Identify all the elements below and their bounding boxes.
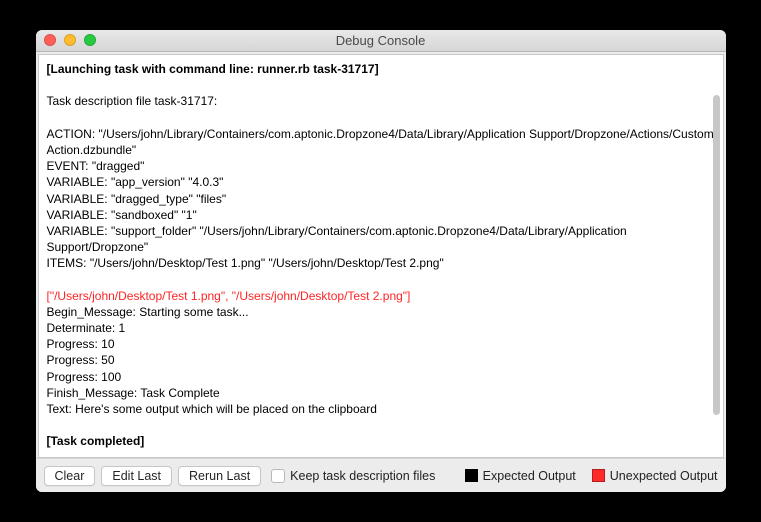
var-line: VARIABLE: "app_version" "4.0.3" <box>47 175 224 189</box>
console-output[interactable]: [Launching task with command line: runne… <box>38 54 724 458</box>
swatch-black-icon <box>465 469 478 482</box>
launch-line: [Launching task with command line: runne… <box>47 62 379 76</box>
var-line: VARIABLE: "support_folder" "/Users/john/… <box>47 224 631 254</box>
progress-line: Progress: 100 <box>47 370 122 384</box>
edit-last-button[interactable]: Edit Last <box>101 466 172 486</box>
var-line: VARIABLE: "sandboxed" "1" <box>47 208 197 222</box>
toolbar: Clear Edit Last Rerun Last Keep task des… <box>36 458 726 492</box>
completed-line: [Task completed] <box>47 434 145 448</box>
legend-expected-label: Expected Output <box>483 469 576 483</box>
scrollbar[interactable] <box>713 95 720 415</box>
legend-unexpected-label: Unexpected Output <box>610 469 718 483</box>
minimize-icon[interactable] <box>64 34 76 46</box>
titlebar[interactable]: Debug Console <box>36 30 726 52</box>
legend-expected: Expected Output <box>465 469 576 483</box>
var-line: VARIABLE: "dragged_type" "files" <box>47 192 227 206</box>
unexpected-output-line: ["/Users/john/Desktop/Test 1.png", "/Use… <box>47 289 411 303</box>
action-line: ACTION: "/Users/john/Library/Containers/… <box>47 127 717 157</box>
rerun-last-button[interactable]: Rerun Last <box>178 466 261 486</box>
window-controls <box>44 34 96 46</box>
keep-files-label: Keep task description files <box>290 469 435 483</box>
legend-unexpected: Unexpected Output <box>592 469 718 483</box>
swatch-red-icon <box>592 469 605 482</box>
checkbox-icon[interactable] <box>271 469 285 483</box>
text-output-line: Text: Here's some output which will be p… <box>47 402 377 416</box>
progress-line: Progress: 10 <box>47 337 115 351</box>
items-line: ITEMS: "/Users/john/Desktop/Test 1.png" … <box>47 256 444 270</box>
maximize-icon[interactable] <box>84 34 96 46</box>
keep-files-option[interactable]: Keep task description files <box>271 469 435 483</box>
clear-button[interactable]: Clear <box>44 466 96 486</box>
progress-line: Progress: 50 <box>47 353 115 367</box>
close-icon[interactable] <box>44 34 56 46</box>
desc-header: Task description file task-31717: <box>47 94 218 108</box>
console-text: [Launching task with command line: runne… <box>39 55 723 456</box>
debug-console-window: Debug Console [Launching task with comma… <box>36 30 726 492</box>
content-area: [Launching task with command line: runne… <box>36 52 726 458</box>
event-line: EVENT: "dragged" <box>47 159 145 173</box>
window-title: Debug Console <box>336 33 426 48</box>
begin-line: Begin_Message: Starting some task... <box>47 305 249 319</box>
determinate-line: Determinate: 1 <box>47 321 126 335</box>
finish-line: Finish_Message: Task Complete <box>47 386 220 400</box>
